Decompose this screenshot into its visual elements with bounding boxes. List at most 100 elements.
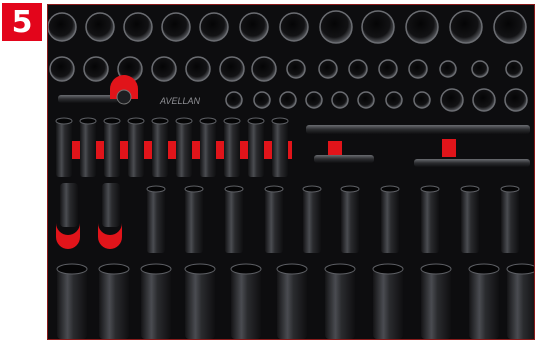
tool-tray-illustration: AVELLAN [48,5,534,339]
step-number-badge: 5 [2,3,42,41]
socket-opening [151,117,169,125]
socket [123,12,153,42]
deep-socket [80,121,96,177]
deep-socket [56,121,72,177]
large-deep-socket [185,269,215,339]
socket-opening [230,263,262,275]
socket [185,56,211,82]
socket [348,59,368,79]
socket-opening [500,185,520,193]
socket-opening [324,263,356,275]
socket [378,59,398,79]
socket [83,56,109,82]
large-deep-socket [325,269,355,339]
socket [471,60,489,78]
red-insert [442,139,456,157]
socket-opening [506,263,534,275]
socket-opening [103,117,121,125]
socket [331,91,349,109]
socket [219,56,245,82]
socket-opening [56,263,88,275]
large-deep-socket [57,269,87,339]
deep-socket [176,121,192,177]
socket [405,10,439,44]
socket-opening [184,185,204,193]
socket [251,56,277,82]
tool-tray-photo: AVELLAN [47,4,535,340]
socket [85,12,115,42]
socket-opening [420,263,452,275]
extension-bar [58,95,118,103]
deep-socket [381,189,399,253]
socket [199,12,229,42]
adapter [116,89,132,105]
socket-opening [372,263,404,275]
socket [439,60,457,78]
socket-opening [460,185,480,193]
socket-opening [468,263,500,275]
socket [504,88,528,112]
deep-socket [152,121,168,177]
deep-socket [421,189,439,253]
socket-opening [79,117,97,125]
socket [279,91,297,109]
deep-socket [265,189,283,253]
socket [49,56,75,82]
socket [239,12,269,42]
universal-socket [102,183,120,227]
large-deep-socket [421,269,451,339]
socket-opening [140,263,172,275]
socket-opening [224,185,244,193]
socket-opening [420,185,440,193]
deep-socket [341,189,359,253]
socket [279,12,309,42]
deep-socket [303,189,321,253]
deep-socket [272,121,288,177]
deep-socket [501,189,519,253]
socket [472,88,496,112]
large-deep-socket [141,269,171,339]
deep-socket [104,121,120,177]
socket-opening [127,117,145,125]
deep-socket [225,189,243,253]
socket-opening [199,117,217,125]
deep-socket [128,121,144,177]
large-deep-socket [507,269,534,339]
deep-socket [224,121,240,177]
socket [151,56,177,82]
large-deep-socket [231,269,261,339]
socket [449,10,483,44]
deep-socket [185,189,203,253]
socket-opening [55,117,73,125]
long-extension-bar [306,125,530,134]
short-extension-bar [314,155,374,163]
socket [357,91,375,109]
deep-socket [200,121,216,177]
universal-socket [60,183,78,227]
socket-opening [264,185,284,193]
socket [413,91,431,109]
large-deep-socket [277,269,307,339]
socket [361,10,395,44]
socket [318,59,338,79]
socket-opening [247,117,265,125]
tray-marking: AVELLAN [159,96,201,106]
socket [319,10,353,44]
socket [505,60,523,78]
deep-socket [248,121,264,177]
socket [305,91,323,109]
socket-opening [340,185,360,193]
large-deep-socket [99,269,129,339]
medium-extension-bar [414,159,530,167]
socket [408,59,428,79]
socket-opening [223,117,241,125]
socket-opening [380,185,400,193]
large-deep-socket [469,269,499,339]
socket [253,91,271,109]
socket-opening [271,117,289,125]
socket-opening [98,263,130,275]
deep-socket [147,189,165,253]
deep-socket [461,189,479,253]
socket [286,59,306,79]
socket-opening [184,263,216,275]
